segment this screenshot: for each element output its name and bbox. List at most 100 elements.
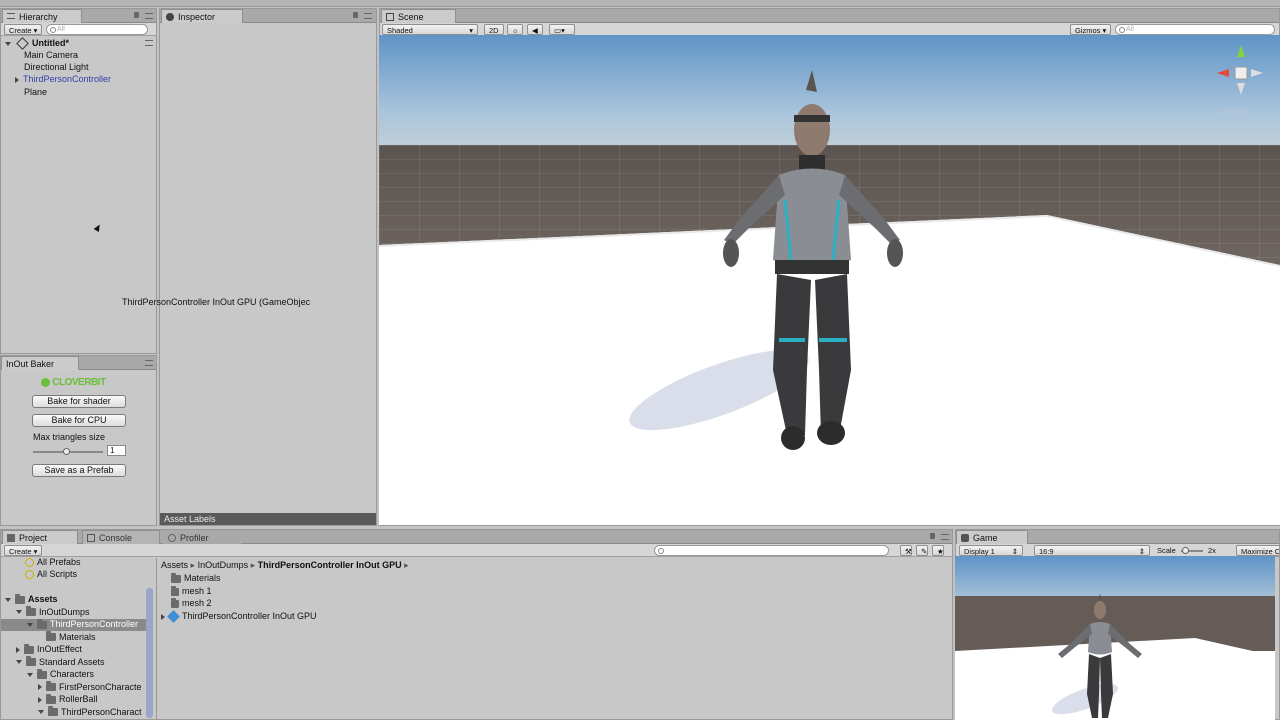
scene-viewport[interactable]: Persp xyxy=(379,35,1280,525)
filter-label-icon[interactable]: ✎ xyxy=(916,545,928,556)
breadcrumb-current[interactable]: ThirdPersonController InOut GPU xyxy=(258,560,402,570)
favorite-all-prefabs[interactable]: All Prefabs xyxy=(25,557,81,568)
folder-icon xyxy=(171,572,181,583)
file-mesh-2[interactable]: mesh 2 xyxy=(171,597,212,608)
tab-hierarchy[interactable]: Hierarchy xyxy=(2,9,82,23)
breadcrumb-assets[interactable]: Assets xyxy=(161,560,188,570)
file-materials[interactable]: Materials xyxy=(171,572,221,583)
display-dropdown[interactable]: Display 1 ⇕ xyxy=(959,545,1023,556)
folder-icon xyxy=(26,656,36,667)
audio-toggle-icon[interactable]: ◀ xyxy=(527,24,543,35)
gizmos-dropdown[interactable]: Gizmos ▾ xyxy=(1070,24,1112,35)
panel-menu-icon[interactable] xyxy=(145,13,153,19)
expand-arrow-icon[interactable] xyxy=(5,41,11,46)
create-dropdown[interactable]: Create ▾ xyxy=(4,545,43,556)
expand-arrow-icon[interactable] xyxy=(16,646,20,653)
lock-icon[interactable] xyxy=(353,12,358,18)
top-toolbar xyxy=(0,0,1280,7)
folder-icon xyxy=(46,693,56,704)
tree-item[interactable]: InOutDumps xyxy=(1,606,146,619)
scale-slider[interactable] xyxy=(1181,547,1203,554)
hierarchy-item-plane[interactable]: Plane xyxy=(24,87,47,97)
expand-arrow-icon[interactable] xyxy=(38,684,42,691)
expand-arrow-icon[interactable] xyxy=(5,597,11,602)
folder-icon xyxy=(46,631,56,642)
hierarchy-item-third-person-controller[interactable]: ThirdPersonController xyxy=(15,74,111,84)
asset-labels-bar[interactable]: Asset Labels xyxy=(160,513,376,525)
aspect-dropdown[interactable]: 16:9 ⇕ xyxy=(1034,545,1150,556)
tab-console[interactable]: Console xyxy=(82,530,160,544)
tree-scrollbar[interactable] xyxy=(146,588,153,718)
shading-mode-dropdown[interactable]: Shaded ▾ xyxy=(382,24,478,35)
panel-menu-icon[interactable] xyxy=(145,360,153,366)
bake-for-cpu-button[interactable]: Bake for CPU xyxy=(32,414,126,427)
filter-type-icon[interactable]: ⚒ xyxy=(900,545,912,556)
tab-scene[interactable]: Scene xyxy=(381,9,456,23)
tree-item[interactable]: Assets xyxy=(1,593,146,606)
create-dropdown[interactable]: Create ▾ xyxy=(4,24,43,35)
game-viewport xyxy=(955,556,1275,720)
tree-item[interactable]: Materials xyxy=(1,631,146,644)
console-icon xyxy=(87,534,95,542)
tree-item[interactable]: Standard Assets xyxy=(1,656,146,669)
lock-icon[interactable] xyxy=(930,533,935,539)
tree-item[interactable]: ThirdPersonCharact xyxy=(1,706,146,719)
expand-arrow-icon[interactable] xyxy=(27,622,33,627)
mesh-icon xyxy=(171,585,179,596)
inout-baker-panel: InOut Baker CLOVERBIT Bake for shader Ba… xyxy=(0,355,157,526)
chevron-right-icon: ▸ xyxy=(190,560,198,570)
file-mesh-1[interactable]: mesh 1 xyxy=(171,585,212,596)
breadcrumb: Assets ▸ InOutDumps ▸ ThirdPersonControl… xyxy=(161,560,409,571)
expand-arrow-icon[interactable] xyxy=(27,672,33,677)
scale-value: 2x xyxy=(1208,546,1216,555)
expand-arrow-icon[interactable] xyxy=(15,76,19,83)
tab-game[interactable]: Game xyxy=(956,530,1028,544)
tab-inout-baker[interactable]: InOut Baker xyxy=(1,356,79,370)
tab-project[interactable]: Project xyxy=(2,530,78,544)
expand-arrow-icon[interactable] xyxy=(16,610,22,615)
max-triangles-slider[interactable] xyxy=(33,448,103,455)
favorite-star-icon[interactable]: ★ xyxy=(932,545,944,556)
tab-inspector[interactable]: Inspector xyxy=(161,9,243,23)
hierarchy-item-main-camera[interactable]: Main Camera xyxy=(24,50,78,60)
expand-arrow-icon[interactable] xyxy=(38,710,44,715)
scene-search-input[interactable]: All xyxy=(1115,24,1275,35)
toggle-2d-button[interactable]: 2D xyxy=(484,24,504,35)
effects-dropdown-icon[interactable]: ▭▾ xyxy=(549,24,575,35)
persp-label[interactable]: Persp xyxy=(1223,107,1244,116)
scene-menu-icon[interactable] xyxy=(145,40,153,46)
tree-item[interactable]: FirstPersonCharacte xyxy=(1,681,146,694)
file-prefab[interactable]: ThirdPersonController InOut GPU xyxy=(161,610,317,623)
orientation-gizmo[interactable] xyxy=(1215,43,1265,99)
tree-item[interactable]: Characters xyxy=(1,668,146,681)
slider-thumb[interactable] xyxy=(63,448,70,455)
lock-icon[interactable] xyxy=(134,12,139,18)
panel-menu-icon[interactable] xyxy=(364,13,372,19)
lighting-toggle-icon[interactable]: ☼ xyxy=(507,24,523,35)
save-as-prefab-button[interactable]: Save as a Prefab xyxy=(32,464,126,477)
hierarchy-search-input[interactable]: All xyxy=(46,24,148,35)
folder-icon xyxy=(46,681,56,692)
folder-icon xyxy=(26,606,36,617)
favorite-all-scripts[interactable]: All Scripts xyxy=(25,569,77,580)
tree-item[interactable]: RollerBall xyxy=(1,693,146,706)
bake-for-shader-button[interactable]: Bake for shader xyxy=(32,395,126,408)
panel-menu-icon[interactable] xyxy=(941,534,949,540)
mesh-icon xyxy=(171,597,179,608)
tree-item[interactable]: InOutEffect xyxy=(1,643,146,656)
project-search-input[interactable] xyxy=(654,545,889,556)
chevron-right-icon: ▸ xyxy=(250,560,258,570)
hierarchy-item-directional-light[interactable]: Directional Light xyxy=(24,62,89,72)
expand-arrow-icon[interactable] xyxy=(161,613,165,620)
scale-label: Scale xyxy=(1157,546,1176,555)
maximize-on-play-toggle[interactable]: Maximize C xyxy=(1236,545,1279,556)
max-triangles-input[interactable]: 1 xyxy=(107,445,126,456)
expand-arrow-icon[interactable] xyxy=(16,660,22,665)
game-character xyxy=(1058,594,1142,718)
scene-root[interactable]: Untitled* xyxy=(5,37,69,50)
tab-profiler[interactable]: Profiler xyxy=(163,530,241,544)
slider-thumb[interactable] xyxy=(1182,547,1189,554)
tree-item[interactable]: ThirdPersonController xyxy=(1,618,146,631)
expand-arrow-icon[interactable] xyxy=(38,696,42,703)
breadcrumb-inoutdumps[interactable]: InOutDumps xyxy=(198,560,249,570)
